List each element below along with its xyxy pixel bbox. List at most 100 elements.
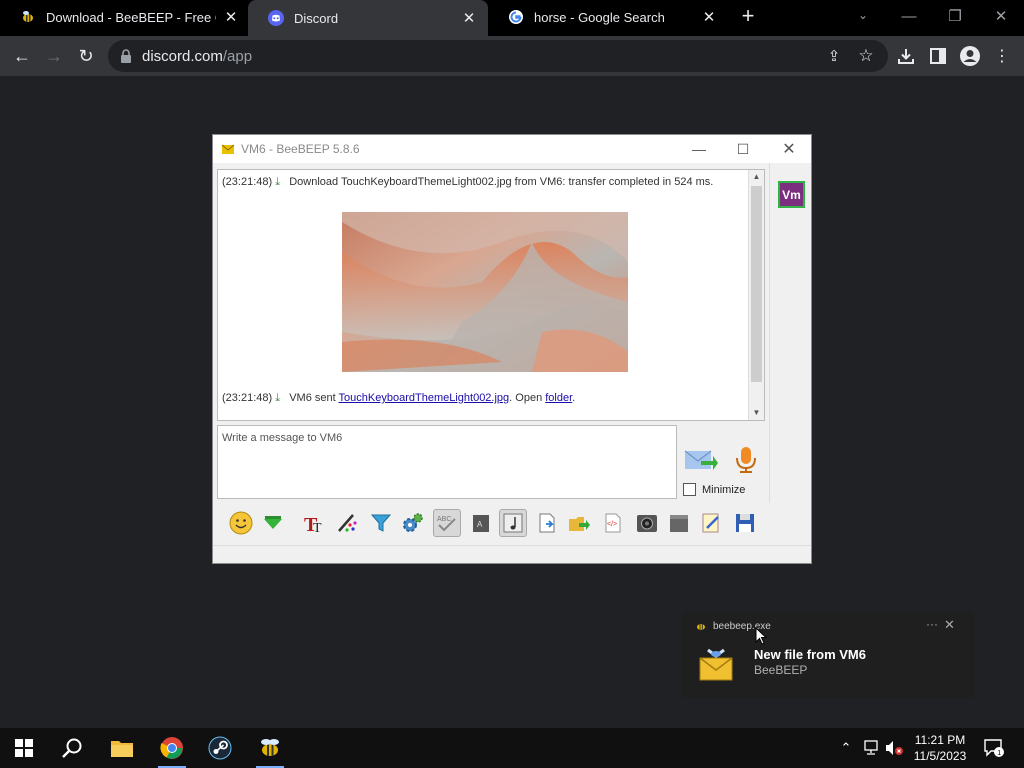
clock-time: 11:21 PM bbox=[914, 733, 966, 747]
svg-text:</>: </> bbox=[607, 521, 617, 528]
folder-link[interactable]: folder bbox=[545, 392, 572, 404]
tab-google-search[interactable]: horse - Google Search ✕ bbox=[488, 0, 728, 34]
save-chat-icon[interactable] bbox=[533, 509, 561, 537]
send-folder-icon[interactable] bbox=[565, 509, 593, 537]
message-placeholder: Write a message to VM6 bbox=[222, 432, 343, 444]
maximize-window-icon[interactable]: ☐ bbox=[721, 135, 765, 163]
voice-message-button[interactable] bbox=[731, 445, 761, 475]
window-restore-icon[interactable]: ❐ bbox=[932, 0, 978, 32]
profile-avatar-icon[interactable] bbox=[956, 42, 984, 70]
download-icon[interactable] bbox=[892, 42, 920, 70]
save-floppy-icon[interactable] bbox=[731, 509, 759, 537]
microphone-icon bbox=[736, 447, 756, 473]
beebeep-bee-icon bbox=[20, 9, 36, 25]
svg-text:ABC: ABC bbox=[437, 516, 451, 523]
forward-arrow-icon[interactable]: → bbox=[40, 42, 68, 70]
download-arrow-icon: ⤓ bbox=[275, 176, 281, 188]
chat-history[interactable]: (23:21:48) ⤓ Download TouchKeyboardThemeL… bbox=[217, 169, 765, 421]
chrome-icon[interactable] bbox=[148, 728, 196, 768]
tab-title: horse - Google Search bbox=[534, 9, 665, 25]
image-thumbnail[interactable] bbox=[342, 212, 628, 372]
scroll-down-icon[interactable]: ▼ bbox=[749, 406, 764, 420]
clock-date: 11/5/2023 bbox=[913, 749, 967, 763]
beebeep-app-icon bbox=[221, 142, 235, 156]
file-explorer-icon[interactable] bbox=[98, 728, 146, 768]
scroll-thumb[interactable] bbox=[751, 186, 762, 382]
emoji-smiley-icon[interactable] bbox=[227, 509, 255, 537]
message-time: (23:21:48) bbox=[222, 392, 273, 404]
share-icon[interactable]: ⇪ bbox=[820, 42, 848, 70]
window-close-icon[interactable]: ✕ bbox=[978, 0, 1024, 32]
notification-count: 1 bbox=[997, 750, 1001, 757]
window-minimize-icon[interactable]: — bbox=[886, 0, 932, 32]
tab-discord[interactable]: Discord ✕ bbox=[248, 0, 488, 36]
tab-search-chevron-icon[interactable]: ⌄ bbox=[854, 8, 872, 26]
camera-screenshot-icon[interactable] bbox=[633, 509, 661, 537]
message-suffix: . bbox=[572, 392, 576, 404]
user-avatar-vm6[interactable]: Vm bbox=[778, 181, 805, 208]
color-picker-icon[interactable] bbox=[333, 509, 361, 537]
network-icon[interactable] bbox=[860, 728, 882, 768]
windows-start-icon[interactable] bbox=[0, 728, 48, 768]
minimize-checkbox[interactable]: Minimize bbox=[683, 483, 745, 496]
checkbox-box[interactable] bbox=[683, 483, 696, 496]
filter-funnel-icon[interactable] bbox=[367, 509, 395, 537]
chat-scrollbar[interactable]: ▲ ▼ bbox=[748, 170, 764, 420]
system-clock[interactable]: 11:21 PM 11/5/2023 bbox=[908, 732, 972, 764]
beebeep-title-bar[interactable]: VM6 - BeeBEEP 5.8.6 — ☐ ✕ bbox=[213, 135, 811, 163]
upload-arrow-icon: ⤓ bbox=[275, 392, 281, 404]
more-options-icon[interactable]: ··· bbox=[926, 617, 938, 631]
chat-toolbar: TT ABC A </> bbox=[217, 507, 777, 539]
font-style-icon[interactable]: TT bbox=[301, 509, 329, 537]
sound-note-icon[interactable] bbox=[499, 509, 527, 537]
message-input[interactable]: Write a message to VM6 bbox=[217, 425, 677, 499]
back-arrow-icon[interactable]: ← bbox=[8, 42, 36, 70]
notes-edit-icon[interactable] bbox=[697, 509, 725, 537]
send-arrow-icon bbox=[684, 450, 718, 470]
close-tab-icon[interactable]: ✕ bbox=[700, 8, 718, 26]
side-panel-icon[interactable] bbox=[924, 42, 952, 70]
message-middle: . Open bbox=[509, 392, 546, 404]
file-link[interactable]: TouchKeyboardThemeLight002.jpg bbox=[339, 392, 510, 404]
address-bar[interactable]: discord.com/app ⇪ ☆ bbox=[108, 40, 888, 72]
minimize-window-icon[interactable]: — bbox=[677, 135, 721, 163]
settings-gear-icon[interactable] bbox=[399, 509, 427, 537]
message-text: Download TouchKeyboardThemeLight002.jpg … bbox=[289, 176, 714, 188]
status-bar bbox=[213, 545, 811, 563]
chat-message: (23:21:48) ⤓ Download TouchKeyboardThemeL… bbox=[222, 176, 713, 189]
close-window-icon[interactable]: ✕ bbox=[767, 135, 811, 163]
close-tab-icon[interactable]: ✕ bbox=[222, 8, 240, 26]
reload-icon[interactable]: ↻ bbox=[72, 42, 100, 70]
new-tab-button[interactable]: + bbox=[736, 5, 760, 29]
close-icon[interactable]: ✕ bbox=[944, 617, 955, 633]
scroll-up-icon[interactable]: ▲ bbox=[749, 170, 764, 184]
volume-muted-icon[interactable] bbox=[884, 728, 906, 768]
chrome-menu-icon[interactable]: ⋮ bbox=[988, 42, 1016, 70]
url-path: /app bbox=[222, 48, 253, 65]
discord-icon bbox=[268, 10, 284, 26]
send-button[interactable] bbox=[683, 445, 719, 475]
lock-icon bbox=[120, 49, 132, 63]
url-text: discord.com/app bbox=[142, 48, 252, 65]
mouse-cursor-icon bbox=[755, 627, 767, 645]
show-hidden-icons-chevron[interactable]: ⌃ bbox=[836, 728, 856, 768]
steam-icon[interactable] bbox=[196, 728, 244, 768]
collapse-green-icon[interactable] bbox=[259, 509, 287, 537]
action-center-icon[interactable]: 1 bbox=[980, 728, 1008, 768]
clear-history-icon[interactable] bbox=[665, 509, 693, 537]
notification-toast[interactable]: beebeep.exe ··· ✕ New file from VM6 BeeB… bbox=[682, 612, 974, 698]
chat-message: (23:21:48) ⤓ VM6 sent TouchKeyboardThemeL… bbox=[222, 392, 575, 405]
search-icon[interactable] bbox=[48, 728, 96, 768]
dictionary-icon[interactable]: A bbox=[467, 509, 495, 537]
spell-check-icon[interactable]: ABC bbox=[433, 509, 461, 537]
beebeep-taskbar-icon[interactable] bbox=[246, 728, 294, 768]
close-tab-icon[interactable]: ✕ bbox=[460, 9, 478, 27]
svg-text:T: T bbox=[313, 521, 322, 535]
tab-title: Discord bbox=[294, 10, 339, 26]
browser-toolbar: ← → ↻ discord.com/app ⇪ ☆ ⋮ bbox=[0, 36, 1024, 76]
bookmark-star-icon[interactable]: ☆ bbox=[852, 42, 880, 70]
browser-tab-strip: Download - BeeBEEP - Free Offi ✕ Discord… bbox=[0, 0, 1024, 36]
tab-beebeep-download[interactable]: Download - BeeBEEP - Free Offi ✕ bbox=[0, 0, 250, 34]
html-code-icon[interactable]: </> bbox=[599, 509, 627, 537]
url-host: discord.com bbox=[142, 48, 223, 65]
